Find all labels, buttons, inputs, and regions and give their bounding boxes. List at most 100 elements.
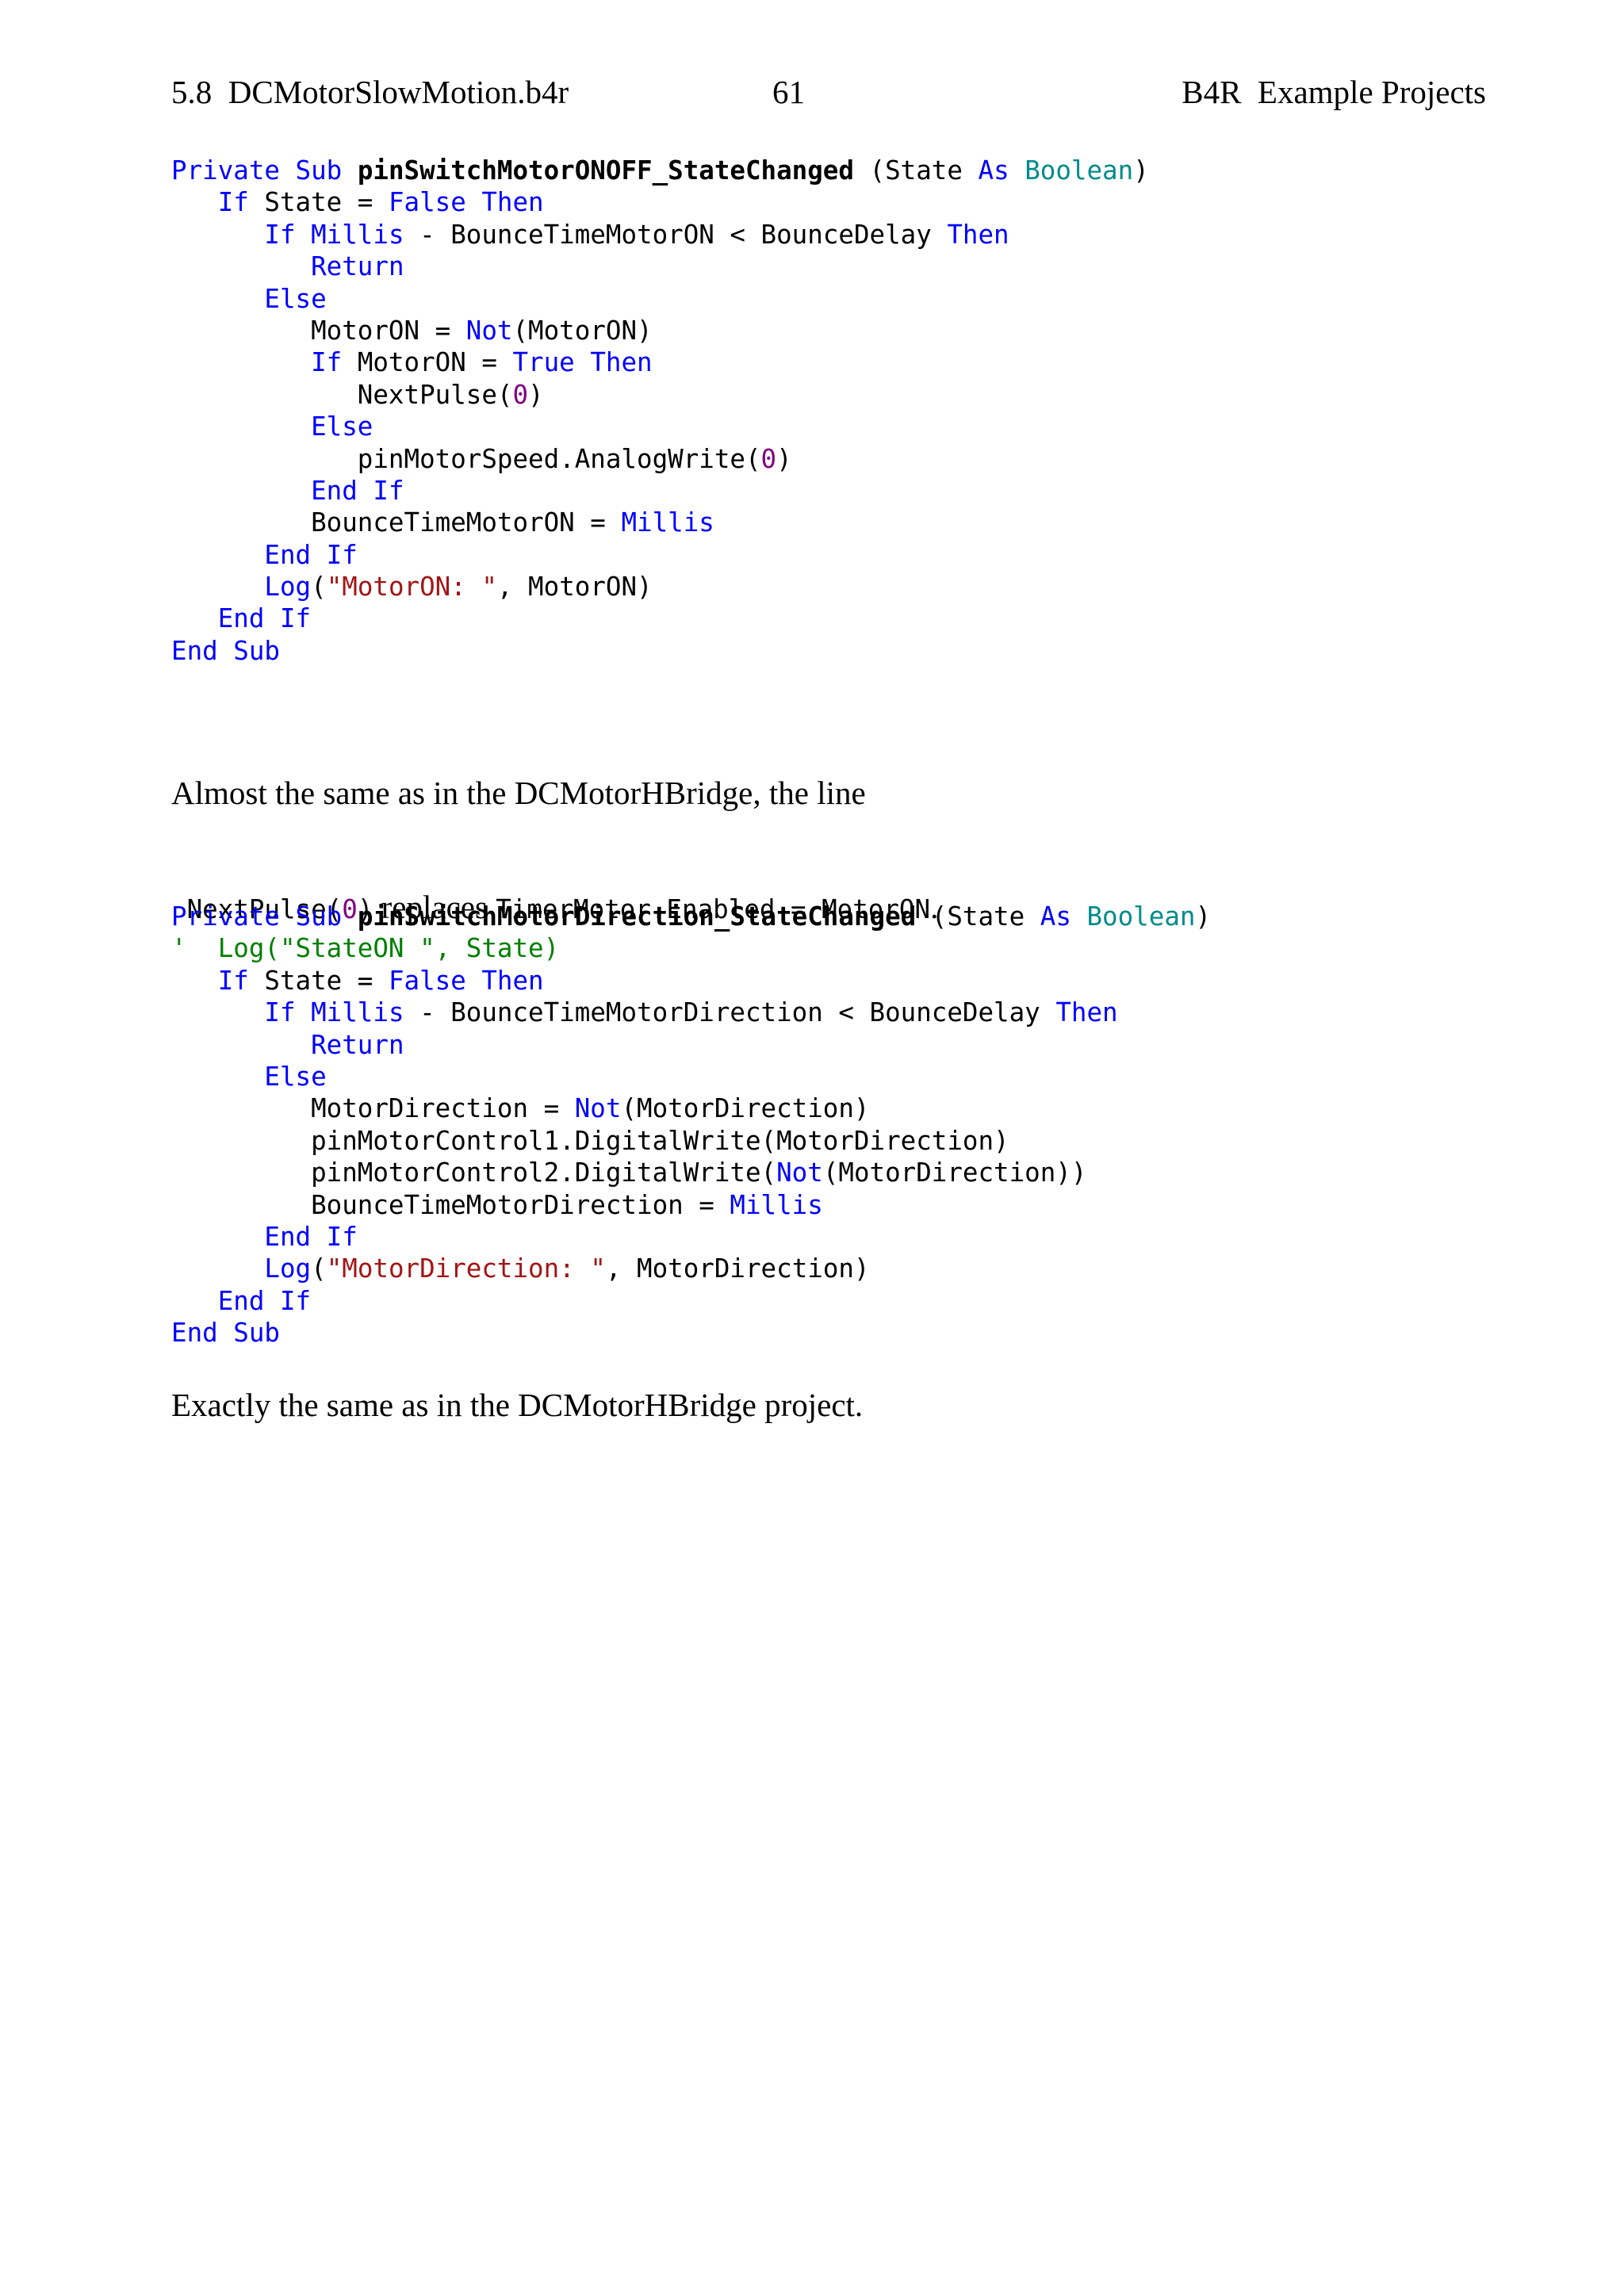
code-token: Boolean bbox=[1086, 901, 1196, 932]
code-token: Else bbox=[264, 1061, 327, 1092]
code-token: End If bbox=[264, 539, 358, 570]
code-token: Not bbox=[465, 315, 513, 346]
code-token: End Sub bbox=[171, 1318, 280, 1349]
code-line: pinMotorSpeed.AnalogWrite(0) bbox=[171, 443, 1149, 475]
code-line: End If bbox=[171, 603, 1149, 634]
code-line: Private Sub pinSwitchMotorONOFF_StateCha… bbox=[171, 155, 1149, 186]
code-token: If bbox=[311, 347, 343, 378]
code-token: , MotorON) bbox=[496, 572, 653, 603]
code-token: pinMotorControl2.DigitalWrite( bbox=[171, 1158, 777, 1188]
code-line: End If bbox=[171, 475, 1149, 507]
code-token: ) bbox=[528, 379, 544, 410]
code-line: pinMotorControl1.DigitalWrite(MotorDirec… bbox=[171, 1125, 1211, 1157]
code-token: Boolean bbox=[1025, 155, 1134, 186]
code-token: Else bbox=[264, 283, 327, 314]
code-token: 0 bbox=[512, 379, 529, 410]
code-token: State = bbox=[248, 187, 389, 218]
code-token: BounceTimeMotorDirection = bbox=[171, 1189, 730, 1220]
code-line: If Millis - BounceTimeMotorDirection < B… bbox=[171, 997, 1211, 1028]
code-token: Private Sub bbox=[171, 901, 358, 932]
code-token: End If bbox=[311, 475, 404, 506]
code-token: ) bbox=[1133, 155, 1149, 186]
code-line: BounceTimeMotorON = Millis bbox=[171, 507, 1149, 538]
code-line: End If bbox=[171, 1221, 1211, 1253]
header-section-title: 5.8 DCMotorSlowMotion.b4r bbox=[171, 74, 569, 110]
code-line: Log("MotorON: ", MotorON) bbox=[171, 571, 1149, 603]
code-line: Log("MotorDirection: ", MotorDirection) bbox=[171, 1253, 1211, 1284]
code-line: MotorDirection = Not(MotorDirection) bbox=[171, 1093, 1211, 1124]
code-line: NextPulse(0) bbox=[171, 379, 1149, 411]
code-token: End If bbox=[217, 603, 312, 634]
code-line: If State = False Then bbox=[171, 186, 1149, 218]
header-book-title: B4R Example Projects bbox=[1182, 74, 1486, 110]
code-line: End Sub bbox=[171, 635, 1149, 667]
code-token: - BounceTimeMotorON < BounceDelay bbox=[404, 219, 948, 250]
code-line: End If bbox=[171, 1285, 1211, 1317]
code-token: Not bbox=[574, 1093, 622, 1124]
code-token: False Then bbox=[388, 187, 544, 218]
code-token: BounceTimeMotorON = bbox=[171, 507, 622, 538]
code-token: Private Sub bbox=[171, 155, 358, 186]
code-token: Return bbox=[311, 1029, 404, 1060]
code-token: State = bbox=[248, 965, 389, 996]
code-line: End If bbox=[171, 539, 1149, 571]
code-token: ) bbox=[1195, 901, 1212, 932]
code-line: If Millis - BounceTimeMotorON < BounceDe… bbox=[171, 219, 1149, 251]
code-token: NextPulse( bbox=[171, 379, 513, 410]
code-line: If State = False Then bbox=[171, 965, 1211, 997]
code-token: End If bbox=[217, 1285, 312, 1316]
code-line: Return bbox=[171, 251, 1149, 282]
code-line: BounceTimeMotorDirection = Millis bbox=[171, 1189, 1211, 1221]
code-line: End Sub bbox=[171, 1317, 1211, 1349]
code-token: ' Log("StateON ", State) bbox=[171, 933, 560, 964]
code-block-motor-onoff: Private Sub pinSwitchMotorONOFF_StateCha… bbox=[171, 155, 1149, 667]
code-token: If Millis bbox=[264, 997, 404, 1028]
code-token: (State bbox=[853, 155, 979, 186]
code-token: End If bbox=[264, 1221, 358, 1252]
code-token: Millis bbox=[621, 507, 714, 538]
code-token: Then bbox=[947, 219, 1009, 250]
code-token: Millis bbox=[730, 1189, 823, 1220]
code-token: - BounceTimeMotorDirection < BounceDelay bbox=[404, 997, 1056, 1028]
code-token: pinMotorControl1.DigitalWrite(MotorDirec… bbox=[171, 1125, 1009, 1156]
code-token: If Millis bbox=[264, 219, 404, 250]
code-token: True Then bbox=[512, 347, 653, 378]
code-token: (State bbox=[916, 901, 1040, 932]
code-token: As bbox=[1040, 901, 1071, 932]
code-token: "MotorON: " bbox=[326, 572, 497, 603]
code-token: Log bbox=[264, 572, 312, 603]
page-header: 5.8 DCMotorSlowMotion.b4r 61 B4R Example… bbox=[171, 73, 1486, 121]
code-token: 0 bbox=[760, 443, 777, 474]
code-line: Else bbox=[171, 283, 1149, 315]
code-token: MotorON = bbox=[171, 315, 466, 346]
code-token: As bbox=[978, 155, 1009, 186]
code-token: (MotorDirection)) bbox=[822, 1158, 1087, 1188]
code-token: Else bbox=[311, 411, 373, 442]
code-line: Else bbox=[171, 1061, 1211, 1093]
code-token: If bbox=[217, 965, 249, 996]
code-token: pinSwitchMotorDirection_StateChanged bbox=[357, 901, 917, 932]
code-token: If bbox=[217, 187, 249, 218]
code-line: If MotorON = True Then bbox=[171, 346, 1149, 378]
code-block-motor-direction: Private Sub pinSwitchMotorDirection_Stat… bbox=[171, 901, 1211, 1349]
code-token: ( bbox=[311, 572, 327, 603]
code-token: ) bbox=[776, 443, 792, 474]
code-line: Return bbox=[171, 1029, 1211, 1061]
code-token: pinMotorSpeed.AnalogWrite( bbox=[171, 443, 761, 474]
code-line: MotorON = Not(MotorON) bbox=[171, 315, 1149, 346]
code-token: Then bbox=[1055, 997, 1118, 1028]
code-token: "MotorDirection: " bbox=[326, 1253, 606, 1284]
code-token: MotorON = bbox=[342, 347, 513, 378]
header-page-number: 61 bbox=[772, 74, 805, 110]
